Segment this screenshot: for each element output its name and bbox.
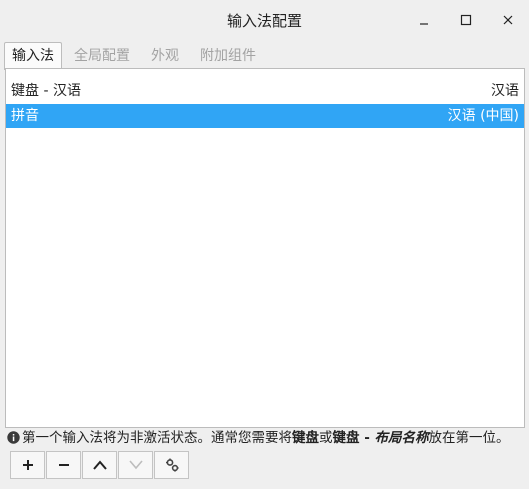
minimize-icon bbox=[420, 23, 428, 25]
gear-icon bbox=[165, 458, 179, 472]
minimize-button[interactable] bbox=[411, 8, 437, 32]
configure-button[interactable] bbox=[154, 451, 189, 479]
remove-button[interactable] bbox=[46, 451, 81, 479]
list-item-pinyin[interactable]: 拼音 汉语 (中国) bbox=[6, 104, 524, 128]
info-italic-layout-name: 布局名称 bbox=[374, 430, 429, 446]
input-method-list[interactable]: 键盘 - 汉语 汉语 拼音 汉语 (中国) bbox=[5, 68, 525, 428]
info-icon bbox=[7, 431, 20, 449]
move-up-button[interactable] bbox=[82, 451, 117, 479]
close-icon bbox=[503, 15, 513, 25]
info-message: 第一个输入法将为非激活状态。通常您需要将键盘或键盘 - 布局名称放在第一位。 bbox=[7, 429, 527, 447]
tab-global-config[interactable]: 全局配置 bbox=[67, 43, 137, 69]
tab-addons[interactable]: 附加组件 bbox=[193, 43, 263, 69]
list-item-keyboard-chinese[interactable]: 键盘 - 汉语 汉语 bbox=[6, 79, 524, 103]
tab-bar: 输入法 全局配置 外观 附加组件 bbox=[0, 42, 529, 70]
list-item-name: 键盘 - 汉语 bbox=[11, 83, 81, 99]
minus-icon bbox=[58, 464, 69, 466]
list-item-name: 拼音 bbox=[11, 108, 39, 124]
chevron-up-icon bbox=[92, 460, 107, 470]
info-text-3: 放在第一位。 bbox=[428, 430, 510, 446]
maximize-icon bbox=[460, 14, 472, 26]
chevron-down-icon bbox=[128, 460, 143, 470]
info-bold-keyboard-layout: 键盘 - bbox=[332, 430, 375, 446]
add-button[interactable] bbox=[10, 451, 45, 479]
close-button[interactable] bbox=[495, 8, 521, 32]
list-item-language: 汉语 (中国) bbox=[447, 108, 519, 124]
info-bold-keyboard: 键盘 bbox=[292, 430, 319, 446]
maximize-button[interactable] bbox=[453, 8, 479, 32]
list-item-language: 汉语 bbox=[491, 83, 519, 99]
tab-appearance[interactable]: 外观 bbox=[144, 43, 186, 69]
titlebar: 输入法配置 bbox=[0, 0, 529, 40]
move-down-button[interactable] bbox=[118, 451, 153, 479]
info-text-1: 第一个输入法将为非激活状态。通常您需要将 bbox=[22, 430, 292, 446]
info-text-2: 或 bbox=[319, 430, 333, 446]
window-title: 输入法配置 bbox=[226, 12, 302, 30]
tab-input-method[interactable]: 输入法 bbox=[4, 42, 62, 70]
plus-icon bbox=[22, 460, 33, 470]
input-method-config-window: 输入法配置 输入法 全局配置 外观 附加组件 键盘 - 汉语 汉语 拼音 汉语 … bbox=[0, 0, 529, 489]
